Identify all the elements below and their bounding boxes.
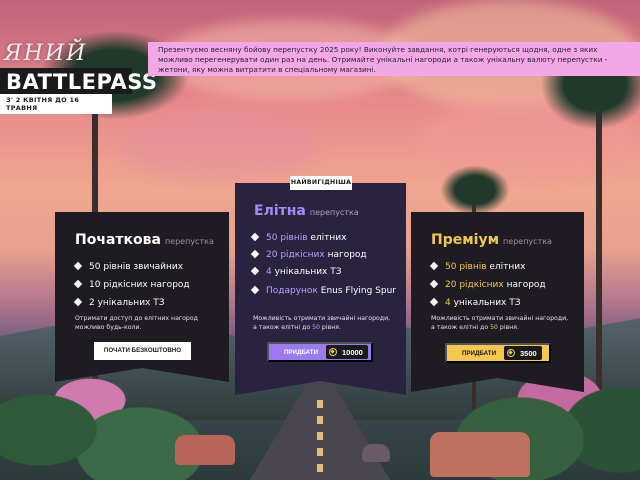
card-note: Можливість отримати звичайні нагороди, а…: [253, 314, 393, 332]
price-value: 10000: [342, 347, 363, 357]
logo-date-range: З' 2 КВІТНЯ ДО 16 ТРАВНЯ: [0, 94, 112, 114]
card-note: Отримати доступ до елітних нагород можли…: [75, 315, 198, 331]
feature-item: 50 рівнів елітних: [431, 262, 525, 272]
feature-item: 2 унікальних ТЗ: [75, 298, 165, 308]
feature-text: 50 рівнів звичайних: [89, 262, 184, 272]
diamond-bullet-icon: [74, 279, 82, 287]
feature-highlight: 50 рівнів: [266, 233, 308, 243]
feature-item: 10 рідкісних нагород: [75, 280, 190, 290]
pass-card-elite: Елітна перепустка 50 рівнів елітних 20 рі…: [235, 183, 406, 395]
best-value-badge: НАЙВИГІДНІША: [290, 176, 352, 190]
palm-fronds: [440, 165, 510, 215]
intro-text: Презентуємо весняну бойову перепустку 20…: [158, 45, 608, 74]
price-value: 3500: [520, 348, 537, 358]
card-title: Преміум перепустка: [431, 232, 552, 248]
diamond-bullet-icon: [430, 261, 438, 269]
feature-item: 4 унікальних ТЗ: [431, 298, 521, 308]
feature-text: 10 рідкісних нагород: [89, 280, 190, 290]
feature-text: 2 унікальних ТЗ: [89, 298, 165, 308]
card-title-text: Преміум: [431, 232, 500, 248]
note-text: рівня.: [497, 324, 519, 331]
feature-item: 50 рівнів звичайних: [75, 262, 183, 272]
feature-item: 20 рідкісних нагород: [252, 250, 367, 260]
logo-title: BATTLEPASS: [0, 68, 157, 94]
car: [430, 432, 530, 477]
diamond-bullet-icon: [74, 297, 82, 305]
battlepass-logo: ЯНИЙ BATTLEPASS З' 2 КВІТНЯ ДО 16 ТРАВНЯ: [0, 40, 157, 114]
intro-panel: Презентуємо весняну бойову перепустку 20…: [148, 42, 640, 76]
diamond-bullet-icon: [251, 266, 259, 274]
feature-text: Enus Flying Spur: [317, 286, 397, 296]
feature-text: нагород: [324, 250, 367, 260]
diamond-bullet-icon: [74, 261, 82, 269]
logo-script-text: ЯНИЙ: [4, 41, 88, 66]
feature-item: Подарунок Enus Flying Spur: [252, 285, 397, 298]
bushes: [0, 370, 640, 480]
note-highlight: 50: [490, 324, 498, 331]
card-title: Початкова перепустка: [75, 232, 214, 248]
buy-premium-button[interactable]: ПРИДБАТИ 3500: [445, 343, 551, 363]
price-tag: 3500: [504, 346, 542, 360]
buy-elite-button[interactable]: ПРИДБАТИ 10000: [267, 342, 373, 362]
diamond-bullet-icon: [430, 297, 438, 305]
coin-icon: [507, 349, 515, 357]
feature-highlight: 50 рівнів: [445, 262, 487, 272]
car: [175, 435, 235, 465]
car: [362, 444, 390, 462]
pass-card-basic: Початкова перепустка 50 рівнів звичайних …: [55, 212, 229, 382]
pass-card-premium: Преміум перепустка 50 рівнів елітних 20 р…: [411, 212, 584, 392]
feature-text: нагород: [503, 280, 546, 290]
diamond-bullet-icon: [251, 249, 259, 257]
feature-item: 20 рідкісних нагород: [431, 280, 546, 290]
coin-icon: [329, 348, 337, 356]
card-title: Елітна перепустка: [254, 203, 359, 219]
feature-text: унікальних ТЗ: [271, 267, 342, 277]
feature-text: унікальних ТЗ: [450, 298, 521, 308]
feature-text: елітних: [307, 233, 347, 243]
card-subtitle: перепустка: [503, 237, 552, 246]
card-title-text: Елітна: [254, 203, 306, 219]
feature-text: елітних: [486, 262, 526, 272]
diamond-bullet-icon: [251, 285, 259, 293]
card-title-text: Початкова: [75, 232, 161, 248]
card-note: Можливість отримати звичайні нагороди, а…: [431, 314, 571, 332]
cloud: [120, 110, 320, 180]
feature-highlight: Подарунок: [266, 286, 318, 296]
note-highlight: 50: [312, 324, 320, 331]
note-text: рівня.: [319, 324, 341, 331]
price-tag: 10000: [326, 345, 368, 359]
feature-item: 50 рівнів елітних: [252, 233, 346, 243]
feature-highlight: 20 рідкісних: [445, 280, 504, 290]
card-subtitle: перепустка: [164, 237, 214, 246]
card-subtitle: перепустка: [309, 208, 359, 217]
feature-highlight: 20 рідкісних: [266, 250, 325, 260]
diamond-bullet-icon: [251, 232, 259, 240]
diamond-bullet-icon: [430, 279, 438, 287]
buy-label: ПРИДБАТИ: [283, 348, 319, 356]
start-free-button[interactable]: ПОЧАТИ БЕЗКОШТОВНО: [94, 342, 191, 360]
buy-label: ПРИДБАТИ: [461, 349, 497, 357]
feature-item: 4 унікальних ТЗ: [252, 267, 342, 277]
